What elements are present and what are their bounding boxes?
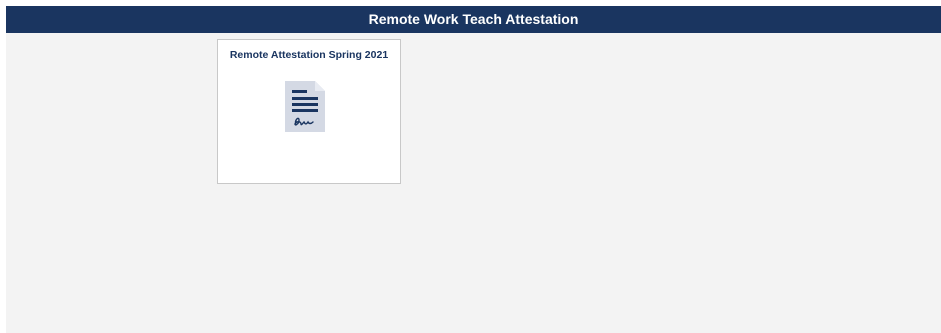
page-content: Remote Work Teach Attestation Remote Att… <box>6 6 941 333</box>
signed-document-icon <box>284 80 326 133</box>
page-title: Remote Work Teach Attestation <box>368 11 579 27</box>
tile-title: Remote Attestation Spring 2021 <box>229 49 389 61</box>
page-banner: Remote Work Teach Attestation <box>6 6 941 33</box>
tile-remote-attestation[interactable]: Remote Attestation Spring 2021 <box>217 39 401 184</box>
